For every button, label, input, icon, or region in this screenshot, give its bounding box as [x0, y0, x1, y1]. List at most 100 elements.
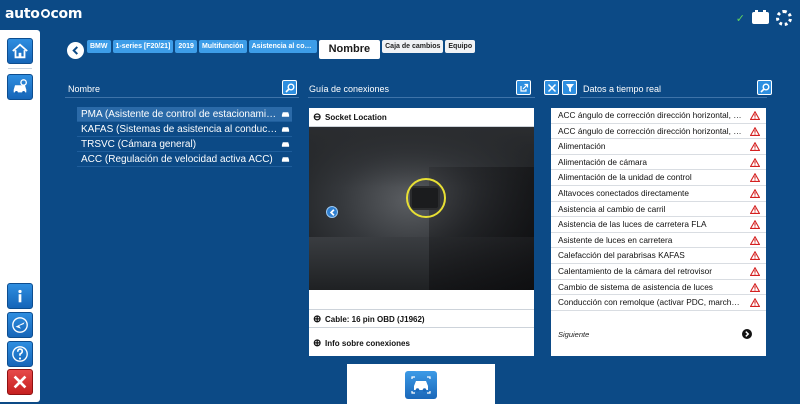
- search-icon: [759, 83, 769, 93]
- warning-icon: [750, 111, 760, 120]
- guia-open-button[interactable]: [516, 80, 531, 95]
- list-item[interactable]: ACC ángulo de corrección dirección horiz…: [551, 108, 766, 124]
- list-item-label: Altavoces conectados directamente: [558, 187, 689, 198]
- nombre-search-button[interactable]: [282, 80, 297, 95]
- chevron-left-icon: [329, 208, 335, 216]
- chevron-left-icon: [72, 46, 79, 55]
- list-item-label: ACC ángulo de corrección dirección horiz…: [558, 125, 753, 136]
- list-item[interactable]: ACC (Regulación de velocidad activa ACC): [77, 152, 292, 167]
- list-item[interactable]: Asistente de luces en carretera: [551, 233, 766, 249]
- cable-row[interactable]: ⊕ Cable: 16 pin OBD (J1962): [309, 309, 534, 328]
- list-item[interactable]: Altavoces conectados directamente: [551, 186, 766, 202]
- vehicle-scan-icon: [411, 376, 431, 394]
- tools-button[interactable]: [544, 80, 559, 95]
- breadcrumb-model[interactable]: 1-series [F20/21]: [112, 40, 174, 53]
- list-item[interactable]: TRSVC (Cámara general): [77, 137, 292, 152]
- list-item[interactable]: Conducción con remolque (activar PDC, ma…: [551, 295, 766, 311]
- datos-panel: ACC ángulo de corrección dirección horiz…: [551, 108, 766, 356]
- guia-panel: ⊖ Socket Location ⊕ Cable: 16 pin OBD (J…: [309, 108, 534, 356]
- breadcrumb-function[interactable]: Asistencia al conductor: [248, 40, 317, 53]
- plane-icon: [12, 317, 28, 333]
- list-item[interactable]: Alimentación: [551, 139, 766, 155]
- car-icon: [281, 142, 290, 147]
- list-item[interactable]: Calefacción del parabrisas KAFAS: [551, 248, 766, 264]
- list-item-label: ACC ángulo de corrección dirección horiz…: [558, 110, 761, 120]
- breadcrumb-year[interactable]: 2019: [175, 40, 197, 53]
- search-icon: [284, 83, 294, 93]
- warning-icon: [750, 204, 760, 214]
- help-icon: [12, 346, 28, 362]
- home-icon: [12, 43, 28, 59]
- breadcrumb-equipment[interactable]: Equipo: [445, 40, 476, 53]
- collapse-icon: ⊖: [313, 112, 322, 123]
- toolbar-divider: [8, 68, 32, 69]
- list-item[interactable]: PMA (Asistente de control de estacionami…: [77, 107, 292, 122]
- info-row[interactable]: ⊕ Info sobre conexiones: [309, 334, 534, 353]
- list-item-label: Alimentación de la unidad de control: [558, 172, 692, 183]
- warning-icon: [750, 157, 760, 167]
- chevron-right-icon: [745, 331, 750, 337]
- vehicle-connect-button[interactable]: [405, 371, 437, 399]
- list-item[interactable]: KAFAS (Sistemas de asistencia al conduct…: [77, 122, 292, 137]
- socket-location-photo: [309, 127, 534, 290]
- socket-location-label: Socket Location: [325, 113, 387, 122]
- list-item[interactable]: Calentamiento de la cámara del retroviso…: [551, 264, 766, 280]
- list-item[interactable]: ACC ángulo de corrección dirección horiz…: [551, 124, 766, 140]
- breadcrumb: BMW 1-series [F20/21] 2019 Multifunción …: [87, 40, 476, 59]
- vehicle-settings-icon: [13, 79, 27, 94]
- vehicle-settings-button[interactable]: [7, 74, 33, 100]
- external-link-icon: [519, 83, 528, 92]
- datos-search-button[interactable]: [757, 80, 772, 95]
- list-item[interactable]: Cambio de sistema de asistencia de luces: [551, 280, 766, 296]
- car-icon: [281, 157, 290, 162]
- list-item[interactable]: Asistencia al cambio de carril: [551, 202, 766, 218]
- home-button[interactable]: [7, 38, 33, 64]
- list-item-label: Asistente de luces en carretera: [558, 234, 673, 245]
- close-icon: [13, 375, 27, 389]
- warning-icon: [750, 298, 760, 308]
- next-page-link[interactable]: Siguiente: [558, 330, 589, 339]
- datos-header-label: Datos a tiempo real: [583, 84, 662, 94]
- plane-button[interactable]: [7, 312, 33, 338]
- warning-icon: [750, 266, 760, 276]
- list-item-label: Calefacción del parabrisas KAFAS: [558, 250, 685, 261]
- next-page-button[interactable]: [742, 329, 752, 339]
- info-icon: [18, 289, 22, 303]
- list-item-label: Alimentación de cámara: [558, 156, 648, 167]
- photo-prev-button[interactable]: [326, 206, 338, 218]
- info-button[interactable]: [7, 283, 33, 309]
- list-item[interactable]: Alimentación de cámara: [551, 155, 766, 171]
- breadcrumb-system[interactable]: Multifunción: [198, 40, 247, 53]
- list-item-label: TRSVC (Cámara general): [81, 139, 197, 150]
- guia-header-label: Guía de conexiones: [309, 84, 390, 94]
- nombre-list: PMA (Asistente de control de estacionami…: [77, 107, 292, 167]
- warning-icon: [750, 282, 760, 292]
- cable-label: Cable: 16 pin OBD (J1962): [325, 315, 425, 324]
- info-label: Info sobre conexiones: [325, 339, 410, 348]
- warning-icon: [750, 173, 760, 183]
- filter-button[interactable]: [562, 80, 577, 95]
- socket-location-row[interactable]: ⊖ Socket Location: [309, 108, 534, 127]
- back-button[interactable]: [67, 42, 84, 59]
- breadcrumb-brand[interactable]: BMW: [87, 40, 111, 53]
- list-item[interactable]: Asistencia de las luces de carretera FLA: [551, 217, 766, 233]
- list-item[interactable]: Alimentación de la unidad de control: [551, 170, 766, 186]
- list-item-label: KAFAS (Sistemas de asistencia al conduct…: [81, 124, 292, 135]
- list-item-label: Asistencia de las luces de carretera FLA: [558, 219, 707, 230]
- breadcrumb-gearbox[interactable]: Caja de cambios: [382, 40, 444, 53]
- left-toolbar: [0, 30, 40, 402]
- car-icon: [281, 112, 290, 117]
- battery-icon: [752, 10, 769, 24]
- list-item-label: Calentamiento de la cámara del retroviso…: [558, 265, 713, 276]
- nombre-header: Nombre: [65, 80, 299, 98]
- tools-icon: [547, 83, 556, 92]
- list-item-label: Alimentación: [558, 141, 606, 152]
- warning-icon: [750, 126, 760, 136]
- list-item-label: ACC (Regulación de velocidad activa ACC): [81, 154, 273, 165]
- close-button[interactable]: [7, 369, 33, 395]
- warning-icon: [750, 235, 760, 245]
- expand-icon: ⊕: [313, 338, 322, 349]
- help-button[interactable]: [7, 341, 33, 367]
- warning-icon: [750, 220, 760, 230]
- gear-icon[interactable]: [776, 10, 792, 26]
